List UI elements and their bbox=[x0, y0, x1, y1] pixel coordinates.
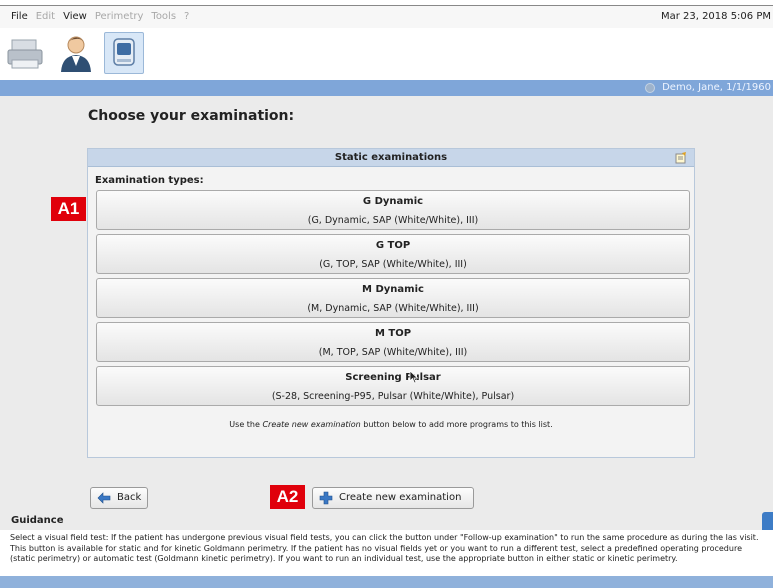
perimeter-device-button[interactable] bbox=[104, 32, 144, 74]
annotation-tag-a1: A1 bbox=[51, 197, 86, 221]
patient-icon bbox=[61, 36, 91, 72]
toolbar bbox=[0, 28, 773, 80]
exam-title: G Dynamic bbox=[362, 196, 424, 207]
exam-title: Screening Pulsar bbox=[345, 372, 441, 383]
exam-button-m-top[interactable]: M TOP (M, TOP, SAP (White/White), III) bbox=[96, 322, 690, 362]
create-label: Create new examination bbox=[339, 492, 462, 503]
guidance-heading: Guidance bbox=[11, 515, 64, 526]
datetime-display: Mar 23, 2018 5:06 PM bbox=[660, 11, 771, 22]
menu-tools[interactable]: Tools bbox=[147, 6, 180, 28]
hint-prefix: Use the bbox=[229, 420, 263, 429]
page-title: Choose your examination: bbox=[88, 108, 295, 124]
exam-button-g-top[interactable]: G TOP (G, TOP, SAP (White/White), III) bbox=[96, 234, 690, 274]
note-edit-icon[interactable] bbox=[675, 152, 687, 164]
printer-icon bbox=[7, 39, 43, 69]
printer-button[interactable] bbox=[6, 32, 46, 74]
perimeter-device-icon bbox=[113, 38, 135, 66]
menu-help[interactable]: ? bbox=[180, 6, 193, 28]
static-examinations-panel: Static examinations Examination types: G… bbox=[87, 148, 695, 458]
guidance-text: Select a visual field test: If the patie… bbox=[0, 530, 773, 576]
exam-button-screening-pulsar[interactable]: Screening Pulsar (S-28, Screening-P95, P… bbox=[96, 366, 690, 406]
hint-emphasis: Create new examination bbox=[262, 420, 361, 429]
exam-title: M TOP bbox=[374, 328, 412, 339]
exam-title: M Dynamic bbox=[362, 284, 424, 295]
exam-title: G TOP bbox=[375, 240, 411, 251]
annotation-tag-a2: A2 bbox=[270, 485, 305, 509]
patient-button[interactable] bbox=[56, 32, 96, 74]
panel-title: Static examinations bbox=[334, 152, 448, 163]
plus-icon bbox=[319, 491, 333, 505]
exam-subtitle: (M, TOP, SAP (White/White), III) bbox=[318, 347, 468, 358]
exam-subtitle: (G, Dynamic, SAP (White/White), III) bbox=[307, 215, 479, 226]
back-button[interactable]: Back bbox=[90, 487, 148, 509]
menu-perimetry[interactable]: Perimetry bbox=[91, 6, 148, 28]
menu-edit[interactable]: Edit bbox=[32, 6, 59, 28]
bottom-status-bar bbox=[0, 576, 773, 588]
exam-button-g-dynamic[interactable]: G Dynamic (G, Dynamic, SAP (White/White)… bbox=[96, 190, 690, 230]
menu-bar: File Edit View Perimetry Tools ? Mar 23,… bbox=[0, 6, 773, 28]
patient-name: Demo, Jane, 1/1/1960 bbox=[662, 82, 771, 93]
exam-subtitle: (S-28, Screening-P95, Pulsar (White/Whit… bbox=[271, 391, 515, 402]
examination-types-label: Examination types: bbox=[95, 175, 204, 186]
mouse-cursor-icon bbox=[409, 370, 419, 384]
back-label: Back bbox=[117, 492, 142, 503]
menu-file[interactable]: File bbox=[0, 6, 32, 28]
panel-hint: Use the Create new examination button be… bbox=[88, 420, 694, 429]
menu-view[interactable]: View bbox=[59, 6, 91, 28]
patient-info-bar: Demo, Jane, 1/1/1960 bbox=[0, 80, 773, 96]
back-arrow-icon bbox=[97, 492, 111, 504]
main-content: Choose your examination: Static examinat… bbox=[0, 96, 773, 532]
panel-header: Static examinations bbox=[88, 149, 694, 167]
exam-subtitle: (G, TOP, SAP (White/White), III) bbox=[319, 259, 467, 270]
hint-suffix: button below to add more programs to thi… bbox=[360, 420, 553, 429]
create-new-examination-button[interactable]: Create new examination bbox=[312, 487, 474, 509]
exam-button-m-dynamic[interactable]: M Dynamic (M, Dynamic, SAP (White/White)… bbox=[96, 278, 690, 318]
exam-subtitle: (M, Dynamic, SAP (White/White), III) bbox=[307, 303, 479, 314]
patient-status-icon bbox=[645, 83, 655, 93]
